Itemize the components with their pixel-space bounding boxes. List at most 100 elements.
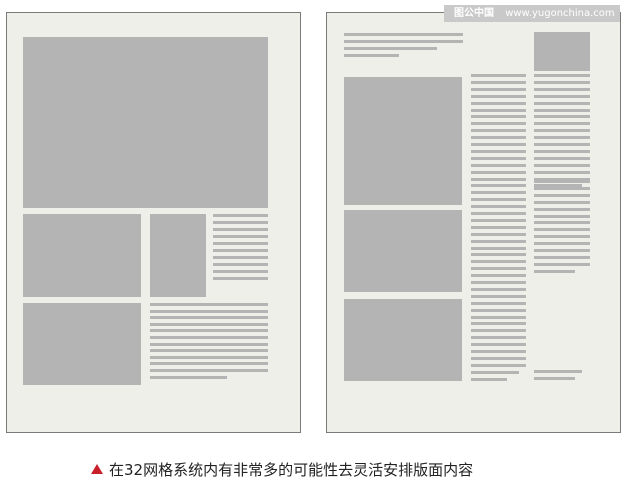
text-line <box>471 308 526 312</box>
text-line <box>471 322 526 326</box>
text-line <box>471 87 526 91</box>
text-line <box>471 94 526 98</box>
layout-right <box>326 12 621 433</box>
text-line <box>534 170 590 174</box>
text-line <box>213 228 268 231</box>
text-line <box>150 316 268 320</box>
text-line <box>150 342 268 346</box>
text-line <box>471 343 526 347</box>
text-line <box>150 336 268 339</box>
text-line <box>534 101 590 105</box>
watermark-url: www.yugonchina.com <box>505 8 615 19</box>
text-line <box>344 47 437 50</box>
text-line <box>471 218 526 222</box>
text-line <box>471 163 526 167</box>
text-line <box>344 54 399 57</box>
image-middle-left <box>23 214 141 297</box>
text-line <box>471 108 526 112</box>
text-line <box>213 270 268 273</box>
text-line <box>471 205 526 209</box>
text-line <box>344 40 463 43</box>
text-line <box>471 246 526 250</box>
text-line <box>471 156 526 160</box>
text-line <box>534 180 590 183</box>
text-line <box>534 255 590 259</box>
text-line <box>471 281 526 284</box>
text-line <box>150 309 268 313</box>
text-line <box>471 170 526 174</box>
text-line <box>534 193 590 197</box>
text-line <box>534 235 590 239</box>
text-line <box>471 136 526 140</box>
text-line <box>471 336 526 340</box>
text-line <box>534 156 590 160</box>
text-line <box>150 362 268 366</box>
text-line <box>534 122 590 126</box>
text-line <box>471 198 526 202</box>
text-line <box>534 94 590 98</box>
text-line <box>150 329 268 333</box>
text-line <box>471 74 526 77</box>
text-line <box>534 129 590 133</box>
text-line <box>213 242 268 245</box>
layout-left <box>6 12 301 433</box>
text-line <box>471 80 526 84</box>
text-line <box>471 253 526 257</box>
text-line <box>213 221 268 224</box>
text-line <box>534 370 582 373</box>
text-line <box>471 350 526 353</box>
text-line <box>534 186 590 190</box>
text-line <box>471 225 526 229</box>
text-line <box>471 329 526 333</box>
text-line <box>471 177 526 181</box>
text-line <box>534 108 590 112</box>
text-line <box>471 122 526 126</box>
caption: 在32网格系统内有非常多的可能性去灵活安排版面内容 <box>91 459 473 479</box>
text-line <box>213 235 268 238</box>
text-line <box>471 129 526 133</box>
text-line <box>534 163 590 167</box>
text-line <box>471 377 507 381</box>
text-line <box>150 355 268 359</box>
text-line <box>534 143 590 146</box>
text-line <box>471 260 526 264</box>
text-line <box>534 228 590 232</box>
text-line <box>213 214 268 217</box>
text-line <box>150 322 268 326</box>
text-line <box>150 349 268 353</box>
text-line <box>471 232 526 236</box>
text-line <box>471 294 526 298</box>
text-line <box>534 115 590 119</box>
text-line <box>534 221 590 225</box>
image-bottom-left <box>23 303 141 385</box>
image-column-1-bottom <box>344 299 462 381</box>
text-line <box>534 377 575 380</box>
text-line <box>471 363 526 367</box>
text-line <box>471 267 526 271</box>
text-line <box>534 242 590 246</box>
image-middle-center <box>150 214 206 297</box>
text-line <box>534 149 590 153</box>
text-line <box>534 136 590 140</box>
text-line <box>150 303 268 306</box>
text-line <box>471 191 526 195</box>
image-column-1-middle <box>344 210 462 292</box>
text-line <box>471 356 526 360</box>
text-line <box>471 370 519 374</box>
text-line <box>471 115 526 119</box>
text-line <box>471 212 526 215</box>
hero-image <box>23 37 268 208</box>
text-line <box>213 277 268 280</box>
text-line <box>534 269 575 273</box>
text-line <box>534 207 590 211</box>
triangle-icon <box>91 464 103 474</box>
text-line <box>534 74 590 77</box>
text-line <box>471 101 526 105</box>
text-line <box>213 249 268 252</box>
text-line <box>471 149 526 153</box>
text-line <box>471 301 526 305</box>
text-line <box>213 256 268 259</box>
text-line <box>534 200 590 204</box>
watermark: 图公中国 www.yugonchina.com <box>444 5 620 22</box>
text-line <box>534 249 590 252</box>
